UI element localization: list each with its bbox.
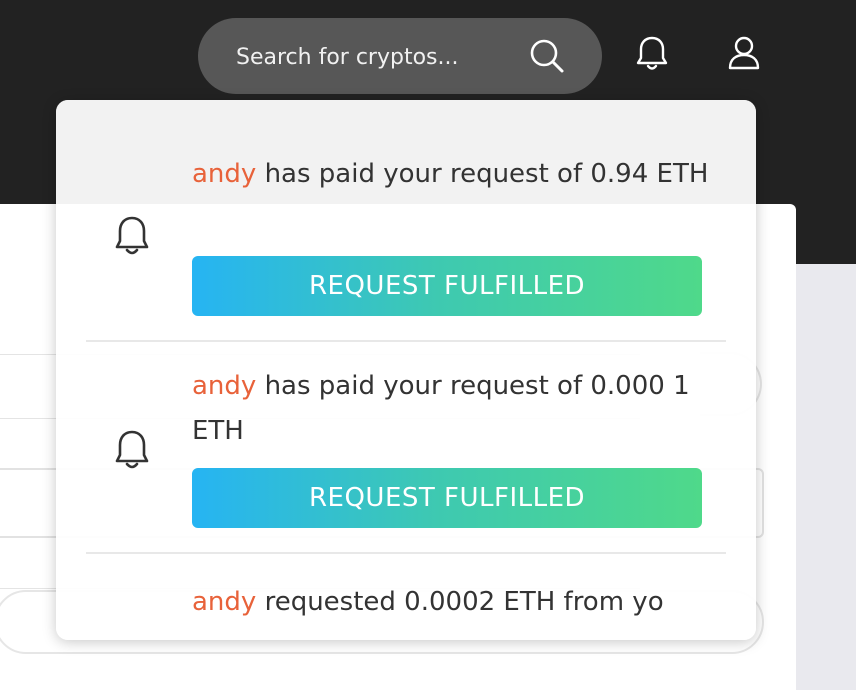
notifications-dropdown: andy has paid your request of 0.94 ETH R… [56,100,756,640]
request-fulfilled-button[interactable]: REQUEST FULFILLED [192,256,702,316]
bell-icon [108,212,156,260]
notification-item[interactable]: andy has paid your request of 0.000 1 ET… [56,342,756,552]
user-icon[interactable] [722,32,766,76]
notification-text: andy has paid your request of 0.000 1 ET… [192,364,732,454]
notification-text: andy has paid your request of 0.94 ETH [192,152,732,197]
notification-username[interactable]: andy [192,371,256,401]
notification-text: andy requested 0.0002 ETH from yo [192,580,752,625]
bell-icon[interactable] [630,32,674,76]
bell-icon [108,426,156,474]
notification-message: has paid your request of 0.94 ETH [256,159,709,189]
notification-username[interactable]: andy [192,159,256,189]
notification-item[interactable]: andy requested 0.0002 ETH from yo [56,554,756,640]
notification-username[interactable]: andy [192,587,256,617]
notification-message: has paid your request of 0.000 1 ETH [192,371,690,446]
search-icon[interactable] [524,34,568,78]
notification-item[interactable]: andy has paid your request of 0.94 ETH R… [56,100,756,340]
notification-message: requested 0.0002 ETH from yo [256,587,664,617]
request-fulfilled-button[interactable]: REQUEST FULFILLED [192,468,702,528]
search-input[interactable] [234,36,518,78]
